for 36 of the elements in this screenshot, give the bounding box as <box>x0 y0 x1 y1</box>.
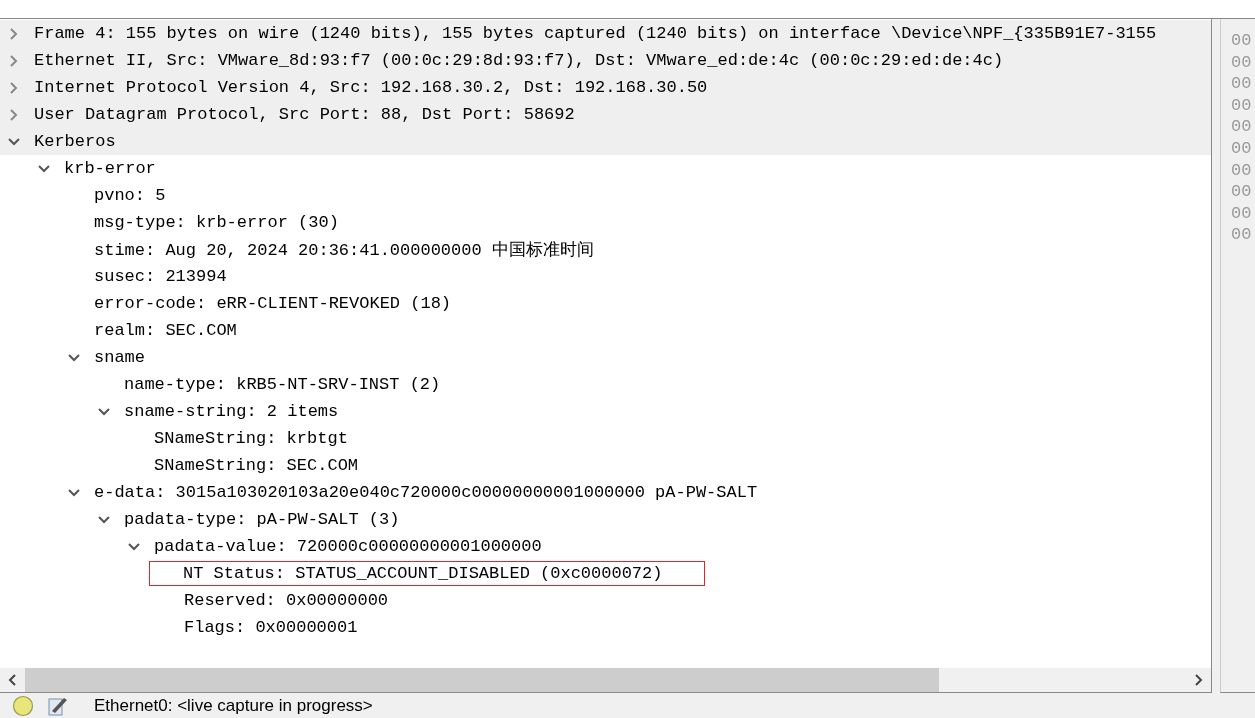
byte-offset: 00 <box>1231 182 1253 204</box>
tree-item[interactable]: Reserved: 0x00000000 <box>183 588 394 613</box>
tree-item[interactable]: e-data: 3015a103020103a20e040c720000c00000000001000000 pA-PW-SALT <box>93 480 763 505</box>
tree-item[interactable]: error-code: eRR-CLIENT-REVOKED (18) <box>93 291 457 316</box>
scroll-left-icon[interactable] <box>8 674 18 686</box>
tree-item[interactable]: krb-error <box>63 156 161 181</box>
tree-item[interactable]: msg-type: krb-error (30) <box>93 210 344 235</box>
tree-item[interactable]: Flags: 0x00000001 <box>183 615 363 640</box>
tree-item[interactable]: pvno: 5 <box>93 183 171 208</box>
byte-offset: 00 <box>1231 225 1253 247</box>
tree-item[interactable]: SNameString: krbtgt <box>153 426 353 451</box>
byte-offset: 00 <box>1231 95 1253 117</box>
byte-offset: 00 <box>1231 31 1253 52</box>
tree-item[interactable]: padata-value: 720000c00000000001000000 <box>153 534 547 559</box>
tree-item[interactable]: name-type: kRB5-NT-SRV-INST (2) <box>123 372 446 397</box>
status-circle-icon[interactable] <box>12 694 34 717</box>
tree-item[interactable]: padata-type: pA-PW-SALT (3) <box>123 507 405 532</box>
scroll-right-icon[interactable] <box>1193 674 1203 686</box>
byte-offset: 00 <box>1231 117 1253 139</box>
status-text: Ethernet0: <live capture in progress> <box>94 695 373 716</box>
tree-item[interactable]: NT Status: STATUS_ACCOUNT_DISABLED (0xc0000072) <box>149 561 706 586</box>
tree-item[interactable]: sname <box>93 345 150 370</box>
edit-note-icon[interactable] <box>47 695 69 716</box>
tree-item[interactable]: susec: 213994 <box>93 264 232 289</box>
tree-item[interactable]: stime: Aug 20, 2024 20:36:41.000000000 中国标准时间 <box>93 235 599 264</box>
byte-offset: 00 <box>1231 52 1253 74</box>
tree-item[interactable]: sname-string: 2 items <box>123 399 344 424</box>
byte-offset: 00 <box>1231 203 1253 225</box>
scrollbar-thumb[interactable] <box>25 668 939 692</box>
tree-item[interactable]: SNameString: SEC.COM <box>153 453 364 478</box>
horizontal-scrollbar[interactable] <box>0 668 1211 692</box>
tree-item[interactable]: Kerberos <box>33 129 121 154</box>
byte-offset: 00 <box>1231 74 1253 96</box>
byte-offset: 00 <box>1231 160 1253 182</box>
byte-offset: 00 <box>1231 138 1253 160</box>
tree-item[interactable]: realm: SEC.COM <box>93 318 242 343</box>
